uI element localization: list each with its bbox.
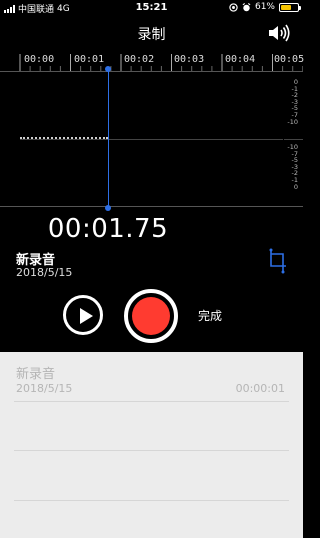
ruler-tick-label: 00:04 (225, 54, 256, 65)
db-label: 0 (293, 182, 298, 191)
ruler-tick-label: 00:05 (274, 54, 305, 65)
battery-icon (279, 2, 301, 12)
timeline-ruler[interactable]: 00:00 00:01 00:02 00:03 00:04 00:05 (0, 52, 305, 72)
status-bar: 中国联通 4G 15:21 61% (0, 0, 303, 16)
playhead-bottom-handle[interactable] (105, 205, 111, 211)
list-item-date: 2018/5/15 (16, 382, 73, 395)
location-icon (229, 2, 238, 12)
recordings-list: 新录音 2018/5/15 00:00:01 (0, 352, 303, 538)
battery-percent: 61% (254, 2, 275, 12)
waveform (20, 137, 108, 141)
ruler-tick-label: 00:02 (124, 54, 155, 65)
record-button[interactable] (124, 289, 178, 343)
recording-date: 2018/5/15 (16, 266, 73, 279)
elapsed-time: 00:01.75 (47, 214, 169, 244)
db-scale-bottom: -10 -7 -5 -3 -2 -1 0 (287, 144, 298, 190)
ruler-tick-label: 00:03 (174, 54, 205, 65)
db-scale-divider (284, 139, 303, 140)
trim-icon[interactable] (268, 248, 288, 274)
speaker-icon[interactable] (267, 24, 291, 42)
status-right: 61% (229, 2, 301, 12)
list-separator (14, 450, 289, 451)
alarm-icon (242, 2, 251, 11)
record-icon (132, 297, 170, 335)
list-item-name: 新录音 (16, 367, 56, 382)
done-button[interactable]: 完成 (198, 307, 222, 324)
list-item[interactable]: 新录音 2018/5/15 00:00:01 (14, 360, 289, 402)
waveform-bottom-line (0, 206, 303, 207)
play-icon (80, 308, 93, 324)
ruler-tick-label: 00:00 (24, 54, 55, 65)
list-separator (14, 500, 289, 501)
battery-fill (281, 4, 291, 10)
playhead[interactable] (107, 69, 109, 209)
ruler-tick-label: 00:01 (74, 54, 105, 65)
db-scale-top: 0 -1 -2 -3 -5 -7 -10 (287, 79, 298, 125)
page-title: 录制 (137, 27, 166, 43)
playhead-top-handle[interactable] (105, 66, 111, 72)
list-item-duration: 00:00:01 (235, 382, 285, 395)
db-label: -10 (287, 117, 298, 126)
play-button[interactable] (63, 295, 103, 335)
